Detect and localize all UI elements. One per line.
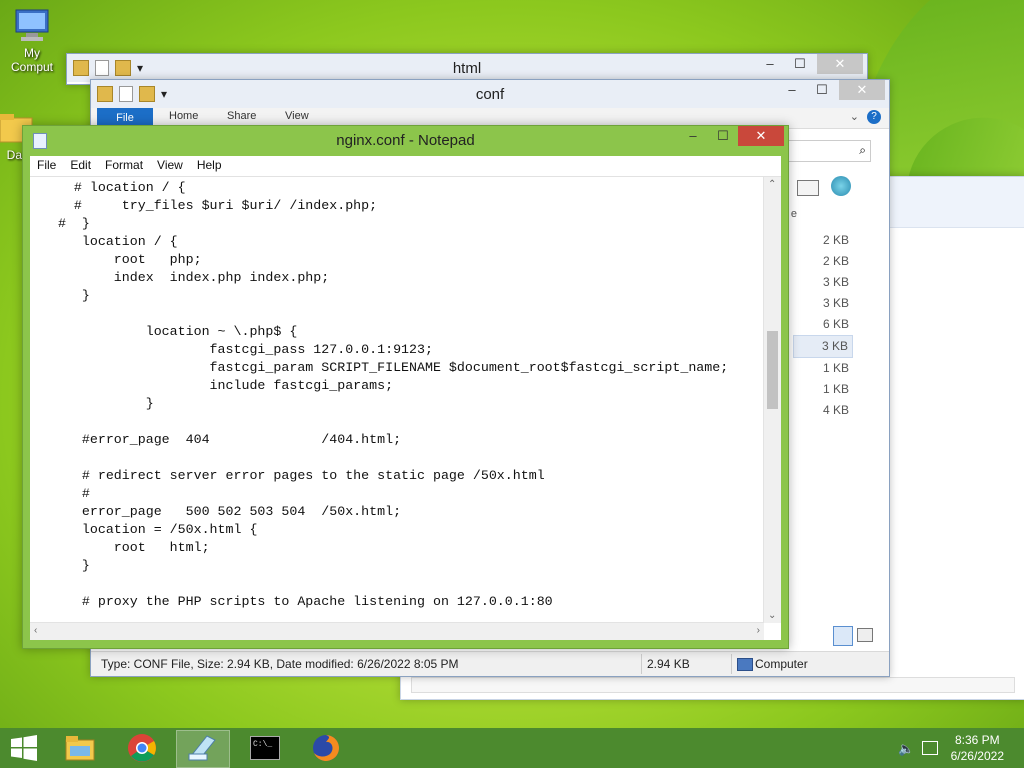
titlebar[interactable]: ▾ html – ☐ ✕ (67, 54, 867, 82)
file-size[interactable]: 1 KB (793, 379, 853, 400)
toolbar-icons: / (775, 176, 875, 200)
vertical-scrollbar[interactable]: ⌃ ⌄ (763, 177, 781, 623)
clock-time: 8:36 PM (954, 733, 1000, 747)
scroll-up-icon[interactable]: ⌃ (768, 179, 776, 190)
network-icon[interactable] (922, 741, 938, 755)
search-icon: ⌕ (859, 143, 866, 157)
chevron-down-icon[interactable]: ⌄ (850, 110, 859, 123)
menu-format[interactable]: Format (98, 156, 150, 176)
notepad-icon (188, 735, 216, 761)
status-divider (731, 654, 732, 674)
chrome-icon (128, 734, 156, 762)
file-explorer-icon (65, 736, 95, 761)
window-title: nginx.conf - Notepad (336, 132, 475, 149)
taskbar: C:\_ 🔈 8:36 PM 6/26/2022 (0, 728, 1024, 768)
close-button[interactable]: ✕ (839, 80, 885, 100)
horizontal-scrollbar[interactable]: ‹ › (30, 622, 764, 640)
minimize-button[interactable]: – (777, 80, 807, 100)
window-title: conf (475, 86, 505, 103)
close-button[interactable]: ✕ (817, 54, 863, 74)
firefox-icon (313, 735, 339, 761)
volume-muted-icon[interactable]: 🔈 (898, 741, 914, 757)
file-size-selected[interactable]: 3 KB (793, 335, 853, 358)
file-size[interactable]: 6 KB (793, 314, 853, 335)
scrollbar-thumb[interactable] (767, 331, 778, 409)
file-size[interactable]: 2 KB (793, 230, 853, 251)
scroll-left-icon[interactable]: ‹ (34, 625, 37, 636)
search-box[interactable]: ⌕ (779, 140, 871, 162)
notepad-window[interactable]: nginx.conf - Notepad – ☐ ✕ File Edit For… (22, 125, 789, 649)
file-size[interactable]: 2 KB (793, 251, 853, 272)
menu-bar: File Edit Format View Help (30, 156, 781, 177)
file-content[interactable]: # location / { # try_files $uri $uri/ /i… (34, 179, 728, 611)
menu-file[interactable]: File (30, 156, 63, 176)
cmd-icon-text: C:\_ (253, 740, 273, 749)
desktop-icon-label: My Comput (10, 46, 54, 74)
window-title: html (452, 60, 482, 77)
maximize-button[interactable]: ☐ (807, 80, 837, 100)
status-bar: Type: CONF File, Size: 2.94 KB, Date mod… (91, 651, 889, 676)
file-size[interactable]: 3 KB (793, 272, 853, 293)
minimize-button[interactable]: – (755, 54, 785, 74)
globe-icon[interactable] (831, 176, 851, 196)
maximize-button[interactable]: ☐ (708, 126, 738, 146)
scroll-right-icon[interactable]: › (757, 625, 760, 636)
text-editor-area[interactable]: # location / { # try_files $uri $uri/ /i… (30, 177, 781, 640)
file-size[interactable]: 3 KB (793, 293, 853, 314)
help-icon[interactable]: ? (867, 110, 881, 124)
column-header-size[interactable]: e (791, 208, 797, 220)
desktop-icon-my-computer[interactable]: My Comput (2, 8, 62, 74)
file-size[interactable]: 1 KB (793, 358, 853, 379)
maximize-button[interactable]: ☐ (785, 54, 815, 74)
file-size[interactable]: 4 KB (793, 400, 853, 421)
preview-pane-icon[interactable] (797, 180, 819, 196)
scroll-down-icon[interactable]: ⌄ (768, 610, 776, 621)
computer-icon (737, 658, 753, 671)
status-size: 2.94 KB (647, 657, 690, 671)
taskbar-notepad[interactable] (176, 730, 230, 768)
start-button[interactable] (0, 730, 48, 766)
menu-view[interactable]: View (150, 156, 190, 176)
status-divider (641, 654, 642, 674)
status-file-info: Type: CONF File, Size: 2.94 KB, Date mod… (101, 657, 459, 671)
taskbar-firefox[interactable] (300, 730, 352, 766)
details-view-icon[interactable] (833, 626, 853, 646)
file-size-list: 2 KB 2 KB 3 KB 3 KB 6 KB 3 KB 1 KB 1 KB … (793, 230, 853, 421)
titlebar[interactable]: nginx.conf - Notepad – ☐ ✕ (23, 126, 788, 156)
clock-date: 6/26/2022 (950, 749, 1004, 763)
tab-view[interactable]: View (285, 110, 309, 122)
close-button[interactable]: ✕ (738, 126, 784, 146)
menu-help[interactable]: Help (190, 156, 229, 176)
system-clock[interactable]: 8:36 PM 6/26/2022 (951, 732, 1004, 764)
start-icon (11, 735, 37, 761)
taskbar-file-explorer[interactable] (54, 730, 106, 766)
titlebar[interactable]: ▾ conf – ☐ ✕ (91, 80, 889, 108)
horizontal-scrollbar[interactable] (411, 677, 1015, 693)
taskbar-chrome[interactable] (116, 730, 168, 766)
menu-edit[interactable]: Edit (63, 156, 98, 176)
large-icons-view-icon[interactable] (857, 628, 873, 642)
status-location: Computer (755, 657, 808, 671)
minimize-button[interactable]: – (678, 126, 708, 146)
tab-share[interactable]: Share (227, 110, 256, 122)
computer-icon (12, 8, 52, 44)
view-toggle (833, 626, 879, 646)
taskbar-cmd[interactable]: C:\_ (238, 730, 290, 766)
cmd-icon: C:\_ (250, 736, 280, 760)
tab-home[interactable]: Home (169, 110, 198, 122)
